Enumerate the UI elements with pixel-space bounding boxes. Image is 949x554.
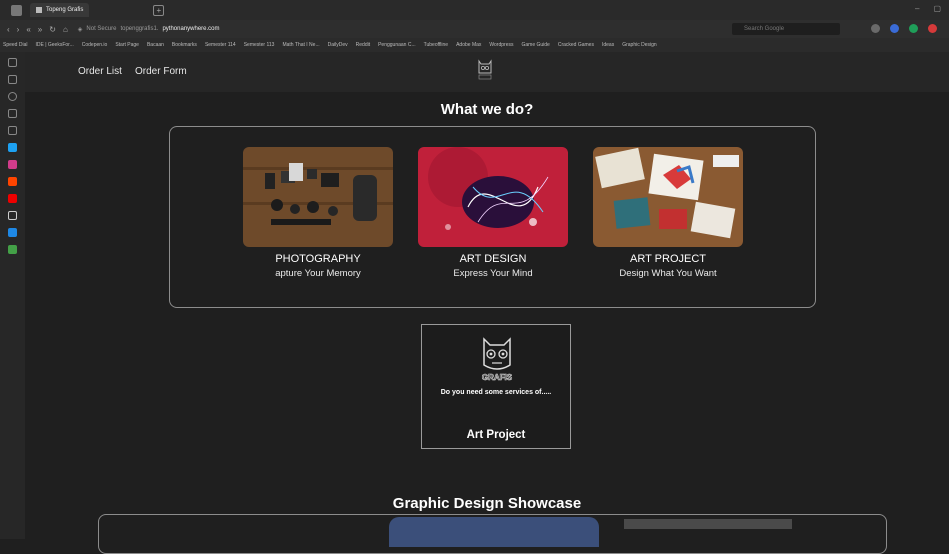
- showcase-panel: [98, 514, 887, 554]
- bookmark-item[interactable]: IDE | GeeksFor...: [35, 42, 73, 48]
- bookmark-item[interactable]: Speed Dial: [3, 42, 27, 48]
- bookmark-item[interactable]: Wordpress: [489, 42, 513, 48]
- notes-icon[interactable]: [8, 109, 17, 118]
- forward-icon[interactable]: ›: [17, 25, 20, 34]
- site-logo-icon[interactable]: [476, 59, 494, 81]
- vivaldi-menu-icon[interactable]: [11, 4, 22, 16]
- url-host: pythonanywhere.com: [162, 26, 220, 32]
- bookmark-item[interactable]: Ideas: [602, 42, 614, 48]
- service-title: PHOTOGRAPHY: [275, 253, 361, 265]
- extension-icon[interactable]: [909, 24, 918, 33]
- minimize-icon[interactable]: –: [915, 4, 919, 13]
- service-subtitle: Express Your Mind: [453, 268, 533, 279]
- instagram-icon[interactable]: [8, 160, 17, 169]
- bookmark-item[interactable]: Adobe Max: [456, 42, 481, 48]
- art-design-image: [418, 147, 568, 247]
- bookmark-item[interactable]: Bookmarks: [172, 42, 197, 48]
- bookmarks-bar: Speed Dial IDE | GeeksFor... Codepen.io Sta…: [0, 38, 949, 52]
- service-prompt-card[interactable]: GRAFIS Do you need some services of.....…: [421, 324, 571, 449]
- extension-icon[interactable]: [928, 24, 937, 33]
- tab-favicon-icon: [36, 7, 42, 13]
- logo-text: GRAFIS: [482, 373, 513, 382]
- service-subtitle: apture Your Memory: [275, 268, 361, 279]
- reddit-icon[interactable]: [8, 177, 17, 186]
- grafis-logo-icon: GRAFIS: [482, 337, 513, 382]
- download-icon[interactable]: [8, 75, 17, 84]
- art-project-image: [593, 147, 743, 247]
- service-name: Art Project: [466, 429, 526, 441]
- nav-order-list[interactable]: Order List: [78, 66, 122, 77]
- browser-sidebar: [0, 52, 25, 539]
- service-subtitle: Design What You Want: [619, 268, 717, 279]
- bookmark-item[interactable]: Math That I Ne...: [282, 42, 319, 48]
- web-page: Order List Order Form What we do? PHOTOG…: [25, 52, 949, 554]
- messenger-icon[interactable]: [8, 228, 17, 237]
- site-nav: Order List Order Form: [25, 52, 949, 92]
- bookmark-item[interactable]: Cracked Games: [558, 42, 594, 48]
- service-card-art-project[interactable]: ART PROJECT Design What You Want: [593, 147, 743, 279]
- twitter-icon[interactable]: [8, 143, 17, 152]
- rewind-icon[interactable]: «: [26, 25, 30, 34]
- bookmark-item[interactable]: Semester 114: [205, 42, 236, 48]
- bookmark-item[interactable]: Bacaan: [147, 42, 164, 48]
- maximize-icon[interactable]: ▢: [933, 4, 941, 13]
- shield-icon: ◈: [77, 26, 83, 33]
- history-icon[interactable]: [8, 92, 17, 101]
- bookmark-item[interactable]: Reddit: [356, 42, 370, 48]
- bookmark-item[interactable]: Codepen.io: [82, 42, 108, 48]
- bookmark-icon[interactable]: [8, 58, 17, 67]
- youtube-icon[interactable]: [8, 194, 17, 203]
- bookmark-item[interactable]: DailyDev: [328, 42, 348, 48]
- search-field[interactable]: Search Google: [732, 23, 840, 35]
- window-controls: – ▢: [915, 4, 941, 13]
- bookmark-item[interactable]: Tubeoffline: [424, 42, 448, 48]
- fast-forward-icon[interactable]: »: [38, 25, 42, 34]
- url-field[interactable]: ◈ Not Secure topenggrafis1. pythonanywher…: [78, 26, 658, 33]
- window-icon[interactable]: [8, 126, 17, 135]
- section-title: What we do?: [440, 101, 534, 118]
- url-prefix: topenggrafis1.: [120, 26, 159, 32]
- service-title: ART DESIGN: [459, 253, 527, 265]
- extension-icon[interactable]: [890, 24, 899, 33]
- bookmark-item[interactable]: Semester 113: [244, 42, 275, 48]
- tiktok-icon[interactable]: [8, 211, 17, 220]
- showcase-caption-bar: [624, 519, 792, 529]
- nav-order-form[interactable]: Order Form: [135, 66, 187, 77]
- bookmark-item[interactable]: Penggunaan C...: [378, 42, 416, 48]
- tab-title: Topeng Grafis: [46, 7, 84, 13]
- browser-tab[interactable]: Topeng Grafis: [30, 3, 90, 17]
- bookmark-item[interactable]: Start Page: [115, 42, 139, 48]
- photography-image: [243, 147, 393, 247]
- service-title: ART PROJECT: [630, 253, 706, 265]
- home-icon[interactable]: ⌂: [63, 25, 68, 34]
- service-card-photography[interactable]: PHOTOGRAPHY apture Your Memory: [243, 147, 393, 279]
- showcase-image: [389, 517, 599, 547]
- showcase-title: Graphic Design Showcase: [392, 495, 582, 512]
- profile-icon[interactable]: [871, 24, 880, 33]
- browser-address-bar: ‹ › « » ↻ ⌂ ◈ Not Secure topenggrafis1. p…: [0, 20, 949, 38]
- extensions-area: [871, 24, 937, 33]
- back-icon[interactable]: ‹: [7, 25, 10, 34]
- bookmark-item[interactable]: Graphic Design: [622, 42, 656, 48]
- services-panel: PHOTOGRAPHY apture Your Memory ART DESIG…: [169, 126, 816, 308]
- browser-title-bar: Topeng Grafis + – ▢: [0, 0, 949, 20]
- service-card-art-design[interactable]: ART DESIGN Express Your Mind: [418, 147, 568, 279]
- extension-panel-icon[interactable]: [8, 245, 17, 254]
- service-question: Do you need some services of.....: [440, 389, 552, 396]
- reload-icon[interactable]: ↻: [49, 25, 56, 34]
- not-secure-label: Not Secure: [86, 26, 117, 32]
- new-tab-button[interactable]: +: [153, 4, 165, 16]
- bookmark-item[interactable]: Game Guide: [521, 42, 549, 48]
